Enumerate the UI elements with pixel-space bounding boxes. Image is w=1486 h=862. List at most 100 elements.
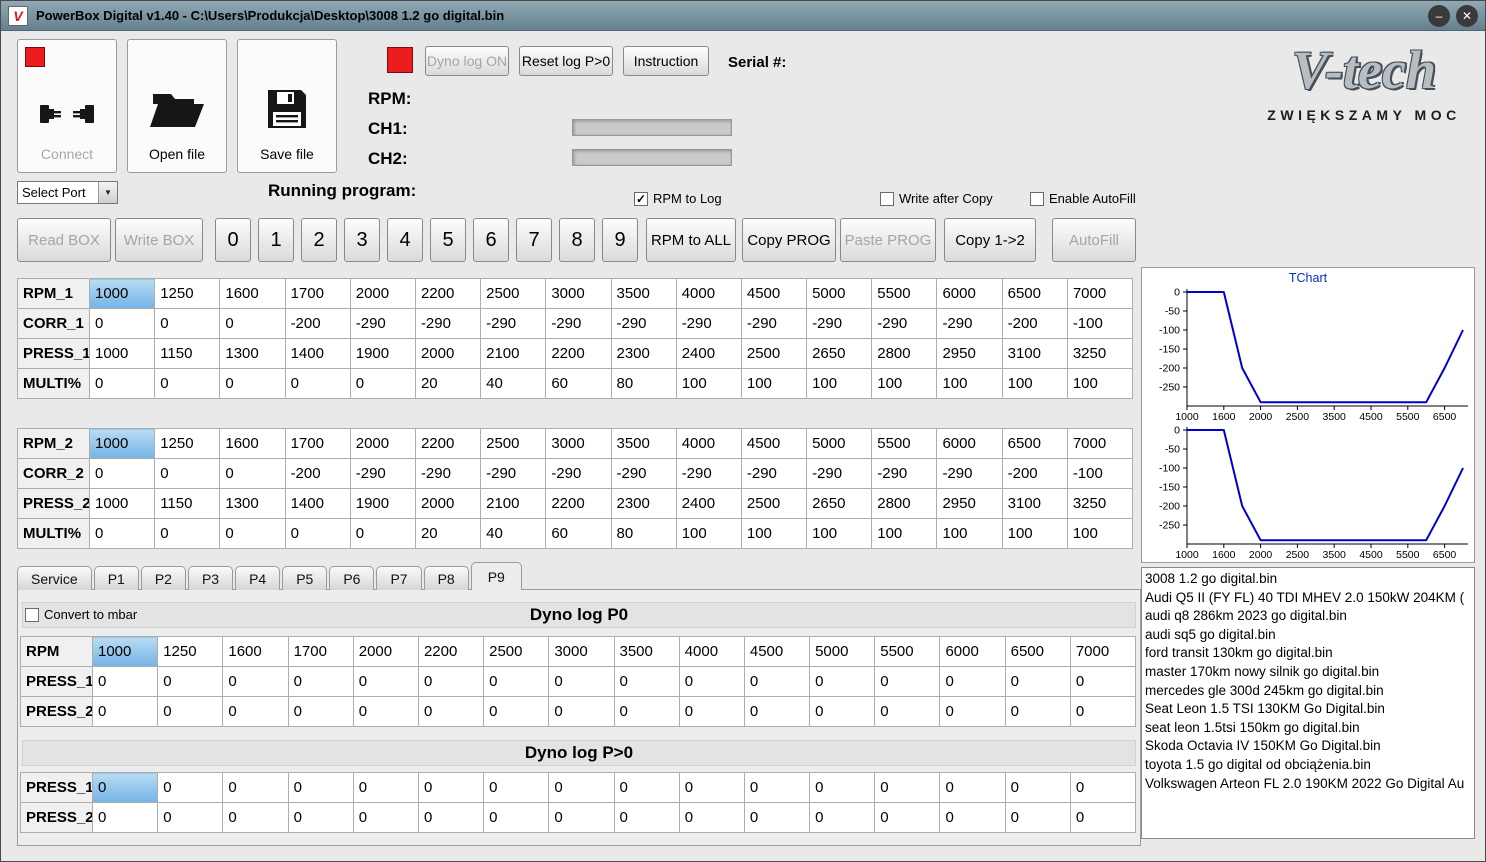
- file-list-item[interactable]: 3008 1.2 go digital.bin: [1145, 570, 1471, 589]
- table-cell[interactable]: -200: [1001, 458, 1068, 489]
- table-cell[interactable]: 1150: [154, 338, 221, 369]
- table-cell[interactable]: 3500: [613, 636, 680, 667]
- file-list-item[interactable]: toyota 1.5 go digital od obciążenia.bin: [1145, 756, 1471, 775]
- table-cell[interactable]: 0: [284, 368, 351, 399]
- table-cell[interactable]: 0: [91, 696, 159, 727]
- table-cell[interactable]: 0: [1069, 772, 1137, 803]
- file-list-item[interactable]: Skoda Octavia IV 150KM Go Digital.bin: [1145, 737, 1471, 756]
- table-cell[interactable]: 0: [678, 772, 745, 803]
- table-cell[interactable]: -290: [675, 308, 742, 339]
- digit-0-button[interactable]: 0: [215, 218, 251, 262]
- table-cell[interactable]: 1700: [287, 636, 354, 667]
- tab-p5[interactable]: P5: [282, 566, 328, 590]
- table-cell[interactable]: 0: [91, 666, 159, 697]
- table-cell[interactable]: 2200: [414, 428, 482, 459]
- table-cell[interactable]: 7000: [1066, 278, 1134, 309]
- table-cell[interactable]: 1250: [154, 428, 221, 459]
- table-cell[interactable]: 2500: [740, 338, 808, 369]
- table-cell[interactable]: 7000: [1066, 428, 1134, 459]
- table-cell[interactable]: 1000: [88, 278, 156, 309]
- table-cell[interactable]: 100: [806, 518, 873, 549]
- table-cell[interactable]: 5000: [806, 428, 873, 459]
- autofill-button[interactable]: AutoFill: [1052, 218, 1136, 262]
- digit-1-button[interactable]: 1: [258, 218, 294, 262]
- table-cell[interactable]: 0: [678, 802, 745, 833]
- paste-prog-button[interactable]: Paste PROG: [840, 218, 936, 262]
- table-cell[interactable]: 0: [874, 772, 941, 803]
- table-cell[interactable]: 0: [349, 518, 416, 549]
- table-cell[interactable]: 0: [483, 802, 550, 833]
- table-cell[interactable]: 0: [417, 772, 485, 803]
- table-cell[interactable]: 0: [222, 802, 289, 833]
- table-cell[interactable]: 0: [91, 772, 159, 803]
- tab-p4[interactable]: P4: [235, 566, 281, 590]
- table-cell[interactable]: 1400: [284, 338, 351, 369]
- table-cell[interactable]: 4500: [740, 278, 808, 309]
- table-cell[interactable]: 0: [417, 696, 485, 727]
- digit-7-button[interactable]: 7: [516, 218, 552, 262]
- table-cell[interactable]: 0: [417, 802, 485, 833]
- table-cell[interactable]: 0: [352, 666, 419, 697]
- table-cell[interactable]: 100: [1001, 368, 1068, 399]
- table-cell[interactable]: 3100: [1001, 338, 1068, 369]
- table-cell[interactable]: 2650: [806, 488, 873, 519]
- table-cell[interactable]: 2300: [610, 338, 677, 369]
- table-cell[interactable]: 0: [284, 518, 351, 549]
- table-cell[interactable]: 0: [1069, 802, 1137, 833]
- table-cell[interactable]: 0: [743, 666, 811, 697]
- table-cell[interactable]: 1000: [91, 636, 159, 667]
- table-cell[interactable]: 0: [91, 802, 159, 833]
- table-cell[interactable]: 0: [613, 696, 680, 727]
- reset-log-button[interactable]: Reset log P>0: [519, 46, 613, 76]
- table-cell[interactable]: -290: [480, 458, 547, 489]
- table-cell[interactable]: 2500: [480, 278, 547, 309]
- table-cell[interactable]: 0: [874, 666, 941, 697]
- table-cell[interactable]: 6500: [1001, 278, 1068, 309]
- table-cell[interactable]: 4500: [743, 636, 811, 667]
- table-cell[interactable]: 4000: [678, 636, 745, 667]
- table-cell[interactable]: 0: [157, 772, 224, 803]
- table-cell[interactable]: 0: [352, 802, 419, 833]
- write-box-button[interactable]: Write BOX: [115, 218, 203, 262]
- write-after-copy-checkbox[interactable]: Write after Copy: [880, 191, 993, 206]
- digit-9-button[interactable]: 9: [602, 218, 638, 262]
- table-cell[interactable]: 0: [219, 518, 286, 549]
- table-cell[interactable]: -290: [806, 458, 873, 489]
- table-cell[interactable]: 6500: [1004, 636, 1071, 667]
- table-cell[interactable]: 3500: [610, 428, 677, 459]
- table-cell[interactable]: -290: [545, 458, 612, 489]
- table-cell[interactable]: 2100: [480, 488, 547, 519]
- table-cell[interactable]: 5500: [871, 428, 938, 459]
- table-cell[interactable]: -100: [1066, 458, 1134, 489]
- table-cell[interactable]: 0: [88, 458, 156, 489]
- connect-button[interactable]: Connect: [17, 39, 117, 173]
- table-cell[interactable]: -290: [610, 308, 677, 339]
- table-cell[interactable]: 2000: [414, 488, 482, 519]
- minimize-button[interactable]: –: [1428, 4, 1450, 27]
- table-cell[interactable]: 1900: [349, 338, 416, 369]
- table-cell[interactable]: 6500: [1001, 428, 1068, 459]
- table-cell[interactable]: 20: [414, 518, 482, 549]
- digit-4-button[interactable]: 4: [387, 218, 423, 262]
- table-cell[interactable]: 2200: [414, 278, 482, 309]
- file-list-item[interactable]: audi q8 286km 2023 go digital.bin: [1145, 607, 1471, 626]
- table-cell[interactable]: 2650: [806, 338, 873, 369]
- digit-2-button[interactable]: 2: [301, 218, 337, 262]
- table-cell[interactable]: 0: [157, 802, 224, 833]
- table-cell[interactable]: 100: [740, 368, 808, 399]
- table-cell[interactable]: 0: [154, 518, 221, 549]
- table-cell[interactable]: 0: [287, 772, 354, 803]
- enable-autofill-checkbox[interactable]: Enable AutoFill: [1030, 191, 1136, 206]
- table-cell[interactable]: 4000: [675, 278, 742, 309]
- table-cell[interactable]: 0: [1004, 666, 1071, 697]
- table-cell[interactable]: 0: [613, 802, 680, 833]
- tab-p3[interactable]: P3: [187, 566, 234, 590]
- table-cell[interactable]: -200: [284, 458, 351, 489]
- table-cell[interactable]: 5000: [809, 636, 876, 667]
- table-cell[interactable]: 0: [352, 696, 419, 727]
- table-cell[interactable]: 1700: [284, 278, 351, 309]
- tab-p9[interactable]: P9: [470, 562, 522, 590]
- table-cell[interactable]: 3000: [548, 636, 615, 667]
- table-cell[interactable]: 0: [219, 458, 286, 489]
- table-cell[interactable]: 100: [871, 368, 938, 399]
